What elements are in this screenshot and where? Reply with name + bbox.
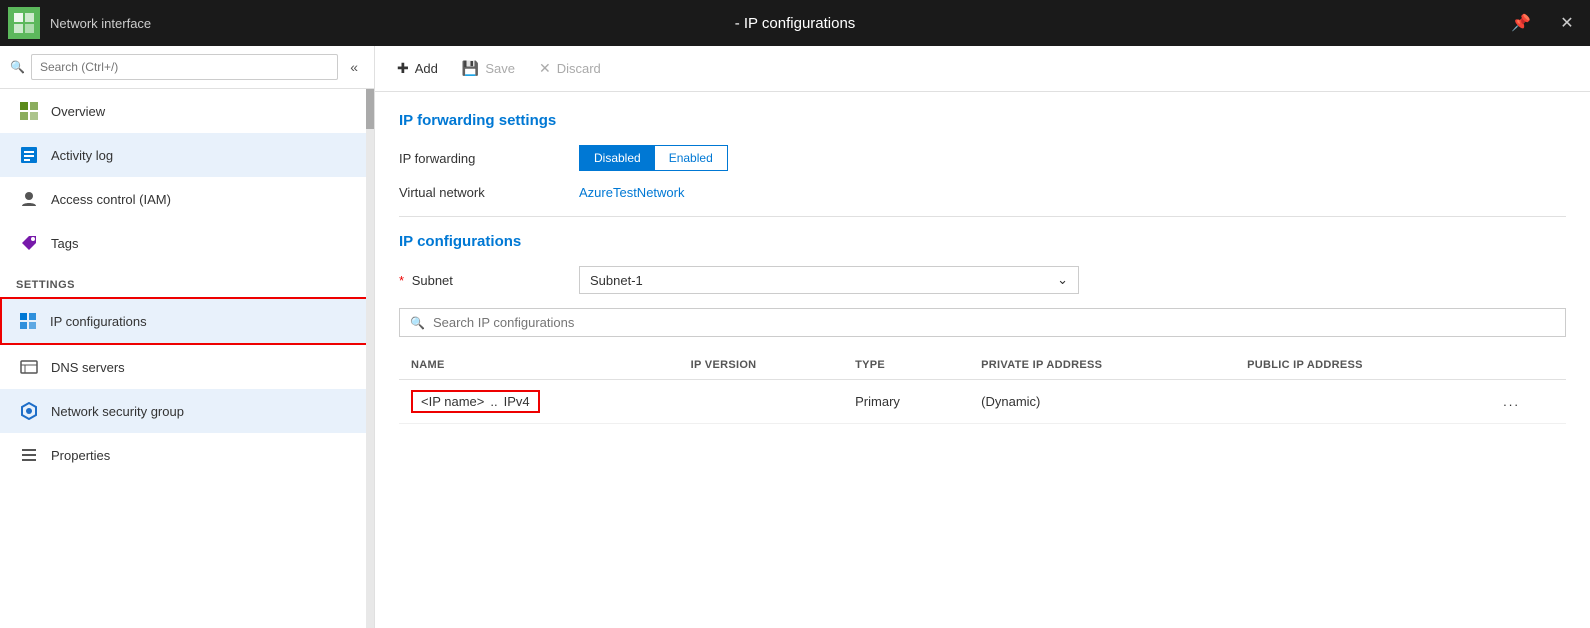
content-area: ✚ Add 💾 Save ✕ Discard IP forwarding set… — [375, 46, 1590, 628]
sidebar-search-area: 🔍 « — [0, 46, 374, 89]
title-bar-left: Network interface — [0, 7, 151, 39]
ip-forwarding-toggle: Disabled Enabled — [579, 145, 728, 171]
sidebar-label-overview: Overview — [51, 104, 105, 119]
sidebar-item-activity-log[interactable]: Activity log — [0, 133, 374, 177]
search-ip-config-box: 🔍 — [399, 308, 1566, 337]
close-button[interactable]: ✕ — [1544, 0, 1590, 46]
sidebar-scrollbar[interactable] — [366, 89, 374, 628]
collapse-sidebar-button[interactable]: « — [344, 55, 364, 79]
app-name: Network interface — [50, 16, 151, 31]
table-body: <IP name> .. IPv4 Primary (Dynamic) ... — [399, 380, 1566, 424]
ip-forwarding-row: IP forwarding Disabled Enabled — [399, 145, 1566, 171]
sidebar-scrollbar-thumb — [366, 89, 374, 129]
ip-config-icon — [18, 311, 38, 331]
access-control-icon — [19, 189, 39, 209]
pin-button[interactable]: 📌 — [1498, 0, 1544, 46]
cell-private-ip: (Dynamic) — [969, 380, 1235, 424]
virtual-network-row: Virtual network AzureTestNetwork — [399, 185, 1566, 200]
sidebar: 🔍 « Overview — [0, 46, 375, 628]
activity-log-icon — [19, 145, 39, 165]
window-title: - IP configurations — [735, 15, 856, 32]
cell-type: Primary — [843, 380, 969, 424]
discard-label: Discard — [557, 61, 601, 76]
tags-icon — [19, 233, 39, 253]
col-header-private-ip: PRIVATE IP ADDRESS — [969, 351, 1235, 380]
col-header-ip-version: IP VERSION — [679, 351, 843, 380]
col-header-actions — [1491, 351, 1566, 380]
sidebar-content: Overview Activity log — [0, 89, 374, 628]
discard-icon: ✕ — [539, 60, 551, 77]
save-icon: 💾 — [462, 60, 479, 77]
sidebar-search-input[interactable] — [31, 54, 338, 80]
search-icon: 🔍 — [10, 60, 25, 74]
search-ip-config-input[interactable] — [433, 315, 1555, 330]
chevron-down-icon: ⌄ — [1057, 272, 1068, 288]
sidebar-label-access-control: Access control (IAM) — [51, 192, 171, 207]
sidebar-item-access-control[interactable]: Access control (IAM) — [0, 177, 374, 221]
main-layout: 🔍 « Overview — [0, 46, 1590, 628]
col-header-public-ip: PUBLIC IP ADDRESS — [1235, 351, 1491, 380]
ip-version-value: IPv4 — [504, 394, 530, 409]
overview-icon — [19, 101, 39, 121]
table-header: NAME IP VERSION TYPE PRIVATE IP ADDRESS … — [399, 351, 1566, 380]
add-label: Add — [415, 61, 438, 76]
subnet-row: * Subnet Subnet-1 ⌄ — [399, 266, 1566, 294]
sidebar-label-properties: Properties — [51, 448, 110, 463]
col-header-name: NAME — [399, 351, 679, 380]
nsg-icon — [19, 401, 39, 421]
ip-forwarding-disabled-btn[interactable]: Disabled — [580, 146, 655, 170]
subnet-selected-value: Subnet-1 — [590, 273, 643, 288]
app-logo — [8, 7, 40, 39]
search-ip-icon: 🔍 — [410, 316, 425, 330]
cell-name: <IP name> .. IPv4 — [399, 380, 679, 424]
ip-name-dots: .. — [490, 394, 497, 409]
properties-icon — [19, 445, 39, 465]
ip-name-value: <IP name> — [421, 394, 484, 409]
sidebar-item-dns-servers[interactable]: DNS servers — [0, 345, 374, 389]
subnet-dropdown[interactable]: Subnet-1 ⌄ — [579, 266, 1079, 294]
sidebar-label-tags: Tags — [51, 236, 78, 251]
toolbar: ✚ Add 💾 Save ✕ Discard — [375, 46, 1590, 92]
ip-forwarding-enabled-btn[interactable]: Enabled — [655, 146, 727, 170]
sidebar-item-tags[interactable]: Tags — [0, 221, 374, 265]
settings-section-label: SETTINGS — [0, 265, 374, 297]
required-indicator: * — [399, 273, 404, 288]
sidebar-item-overview[interactable]: Overview — [0, 89, 374, 133]
table-row[interactable]: <IP name> .. IPv4 Primary (Dynamic) ... — [399, 380, 1566, 424]
subnet-label: * Subnet — [399, 273, 579, 288]
save-button[interactable]: 💾 Save — [460, 56, 517, 81]
dns-icon — [19, 357, 39, 377]
ip-name-box: <IP name> .. IPv4 — [411, 390, 540, 413]
ip-forwarding-label: IP forwarding — [399, 151, 579, 166]
sidebar-item-network-security-group[interactable]: Network security group — [0, 389, 374, 433]
add-icon: ✚ — [397, 60, 409, 77]
cell-more-actions[interactable]: ... — [1491, 380, 1566, 424]
discard-button[interactable]: ✕ Discard — [537, 56, 603, 81]
subnet-select-wrapper: Subnet-1 ⌄ — [579, 266, 1079, 294]
ip-config-table: NAME IP VERSION TYPE PRIVATE IP ADDRESS … — [399, 351, 1566, 424]
sidebar-item-ip-configurations[interactable]: IP configurations — [0, 297, 374, 345]
sidebar-label-activity-log: Activity log — [51, 148, 113, 163]
ip-forwarding-toggle-group: Disabled Enabled — [579, 145, 728, 171]
ip-forwarding-section-title: IP forwarding settings — [399, 112, 1566, 129]
virtual-network-link[interactable]: AzureTestNetwork — [579, 185, 684, 200]
add-button[interactable]: ✚ Add — [395, 56, 440, 81]
virtual-network-value: AzureTestNetwork — [579, 185, 684, 200]
ip-configurations-section-title: IP configurations — [399, 233, 1566, 250]
sidebar-label-dns-servers: DNS servers — [51, 360, 125, 375]
sidebar-label-network-security-group: Network security group — [51, 404, 184, 419]
title-bar: Network interface - IP configurations 📌 … — [0, 0, 1590, 46]
cell-public-ip — [1235, 380, 1491, 424]
title-bar-actions: 📌 ✕ — [1498, 0, 1590, 46]
col-header-type: TYPE — [843, 351, 969, 380]
cell-ip-version — [679, 380, 843, 424]
virtual-network-label: Virtual network — [399, 185, 579, 200]
sidebar-label-ip-configurations: IP configurations — [50, 314, 147, 329]
save-label: Save — [485, 61, 515, 76]
section-divider — [399, 216, 1566, 217]
panel-content: IP forwarding settings IP forwarding Dis… — [375, 92, 1590, 628]
sidebar-item-properties[interactable]: Properties — [0, 433, 374, 477]
